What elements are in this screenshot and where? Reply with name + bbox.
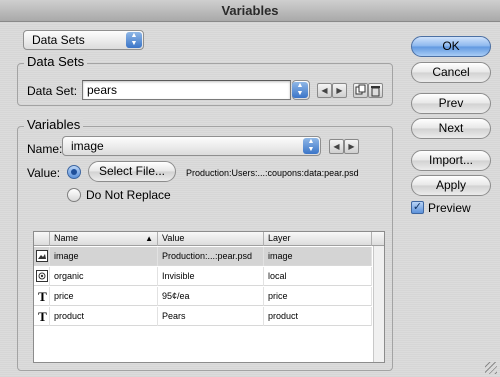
row-layer: price (264, 287, 372, 306)
table-scrollbar[interactable] (373, 246, 384, 362)
table-row[interactable]: organic Invisible local (34, 267, 372, 286)
data-set-select-arrows[interactable]: ▲ ▼ (292, 80, 310, 100)
row-value: Production:...:pear.psd (158, 247, 264, 266)
variable-name-select[interactable]: image ▲ ▼ (62, 136, 321, 156)
table-header: Name ▲ Value Layer (34, 232, 384, 246)
text-variable-icon: T (38, 289, 47, 304)
variable-name-value: image (71, 139, 104, 153)
import-button[interactable]: Import... (411, 150, 491, 171)
data-set-label: Data Set: (27, 84, 78, 98)
row-name: image (50, 247, 158, 266)
select-file-button[interactable]: Select File... (88, 161, 176, 182)
data-set-value: pears (87, 83, 118, 97)
row-layer: image (264, 247, 372, 266)
name-label: Name: (27, 142, 63, 156)
duplicate-data-set-button[interactable] (353, 83, 368, 98)
variables-group-label: Variables (24, 118, 84, 132)
data-set-next-button[interactable]: ▶ (332, 83, 347, 98)
image-variable-icon (36, 250, 48, 262)
data-set-prev-button[interactable]: ◀ (317, 83, 332, 98)
prev-button[interactable]: Prev (411, 93, 491, 114)
select-arrows-icon: ▲ ▼ (303, 138, 319, 154)
window-title: Variables (0, 0, 500, 22)
variable-next-button[interactable]: ▶ (344, 139, 359, 154)
row-icon-cell (34, 247, 50, 266)
apply-button[interactable]: Apply (411, 175, 491, 196)
select-file-radio[interactable] (67, 165, 81, 179)
icon-column-header (34, 232, 50, 246)
do-not-replace-radio[interactable] (67, 188, 81, 202)
visibility-variable-icon (36, 270, 48, 282)
trash-icon (371, 86, 380, 97)
data-set-field[interactable]: pears (82, 80, 291, 100)
data-sets-group-label: Data Sets (24, 55, 88, 69)
select-arrows-icon: ▲ ▼ (126, 32, 142, 48)
row-name: organic (50, 267, 158, 286)
cancel-button[interactable]: Cancel (411, 62, 491, 83)
column-header-value[interactable]: Value (158, 232, 264, 246)
row-icon-cell: T (34, 307, 50, 326)
row-layer: product (264, 307, 372, 326)
duplicate-icon (355, 84, 366, 95)
row-icon-cell (34, 267, 50, 286)
preview-checkbox[interactable]: ✓ (411, 201, 424, 214)
do-not-replace-label: Do Not Replace (86, 188, 171, 202)
preview-label: Preview (428, 201, 471, 215)
column-header-name[interactable]: Name ▲ (50, 232, 158, 246)
file-path-text: Production:Users:...:coupons:data:pear.p… (186, 168, 359, 178)
row-layer: local (264, 267, 372, 286)
delete-data-set-button[interactable] (368, 83, 383, 98)
dialog-body: Data Sets ▲ ▼ Data Sets Data Set: pears ▲… (0, 22, 500, 377)
ok-button[interactable]: OK (411, 36, 491, 57)
text-variable-icon: T (38, 309, 47, 324)
column-header-layer[interactable]: Layer (264, 232, 372, 246)
row-name: price (50, 287, 158, 306)
sort-ascending-icon: ▲ (145, 234, 153, 243)
mode-select[interactable]: Data Sets ▲ ▼ (23, 30, 144, 50)
value-label: Value: (27, 166, 61, 180)
table-row[interactable]: image Production:...:pear.psd image (34, 247, 372, 266)
variable-prev-button[interactable]: ◀ (329, 139, 344, 154)
table-row[interactable]: T price 95¢/ea price (34, 287, 372, 306)
mode-select-value: Data Sets (32, 33, 85, 47)
row-value: 95¢/ea (158, 287, 264, 306)
variables-table: Name ▲ Value Layer image Production:...:… (33, 231, 385, 363)
row-value: Pears (158, 307, 264, 326)
select-arrows-icon: ▲ ▼ (292, 82, 308, 98)
row-icon-cell: T (34, 287, 50, 306)
table-row[interactable]: T product Pears product (34, 307, 372, 326)
resize-grip-icon[interactable] (485, 362, 497, 374)
row-value: Invisible (158, 267, 264, 286)
next-button[interactable]: Next (411, 118, 491, 139)
row-name: product (50, 307, 158, 326)
